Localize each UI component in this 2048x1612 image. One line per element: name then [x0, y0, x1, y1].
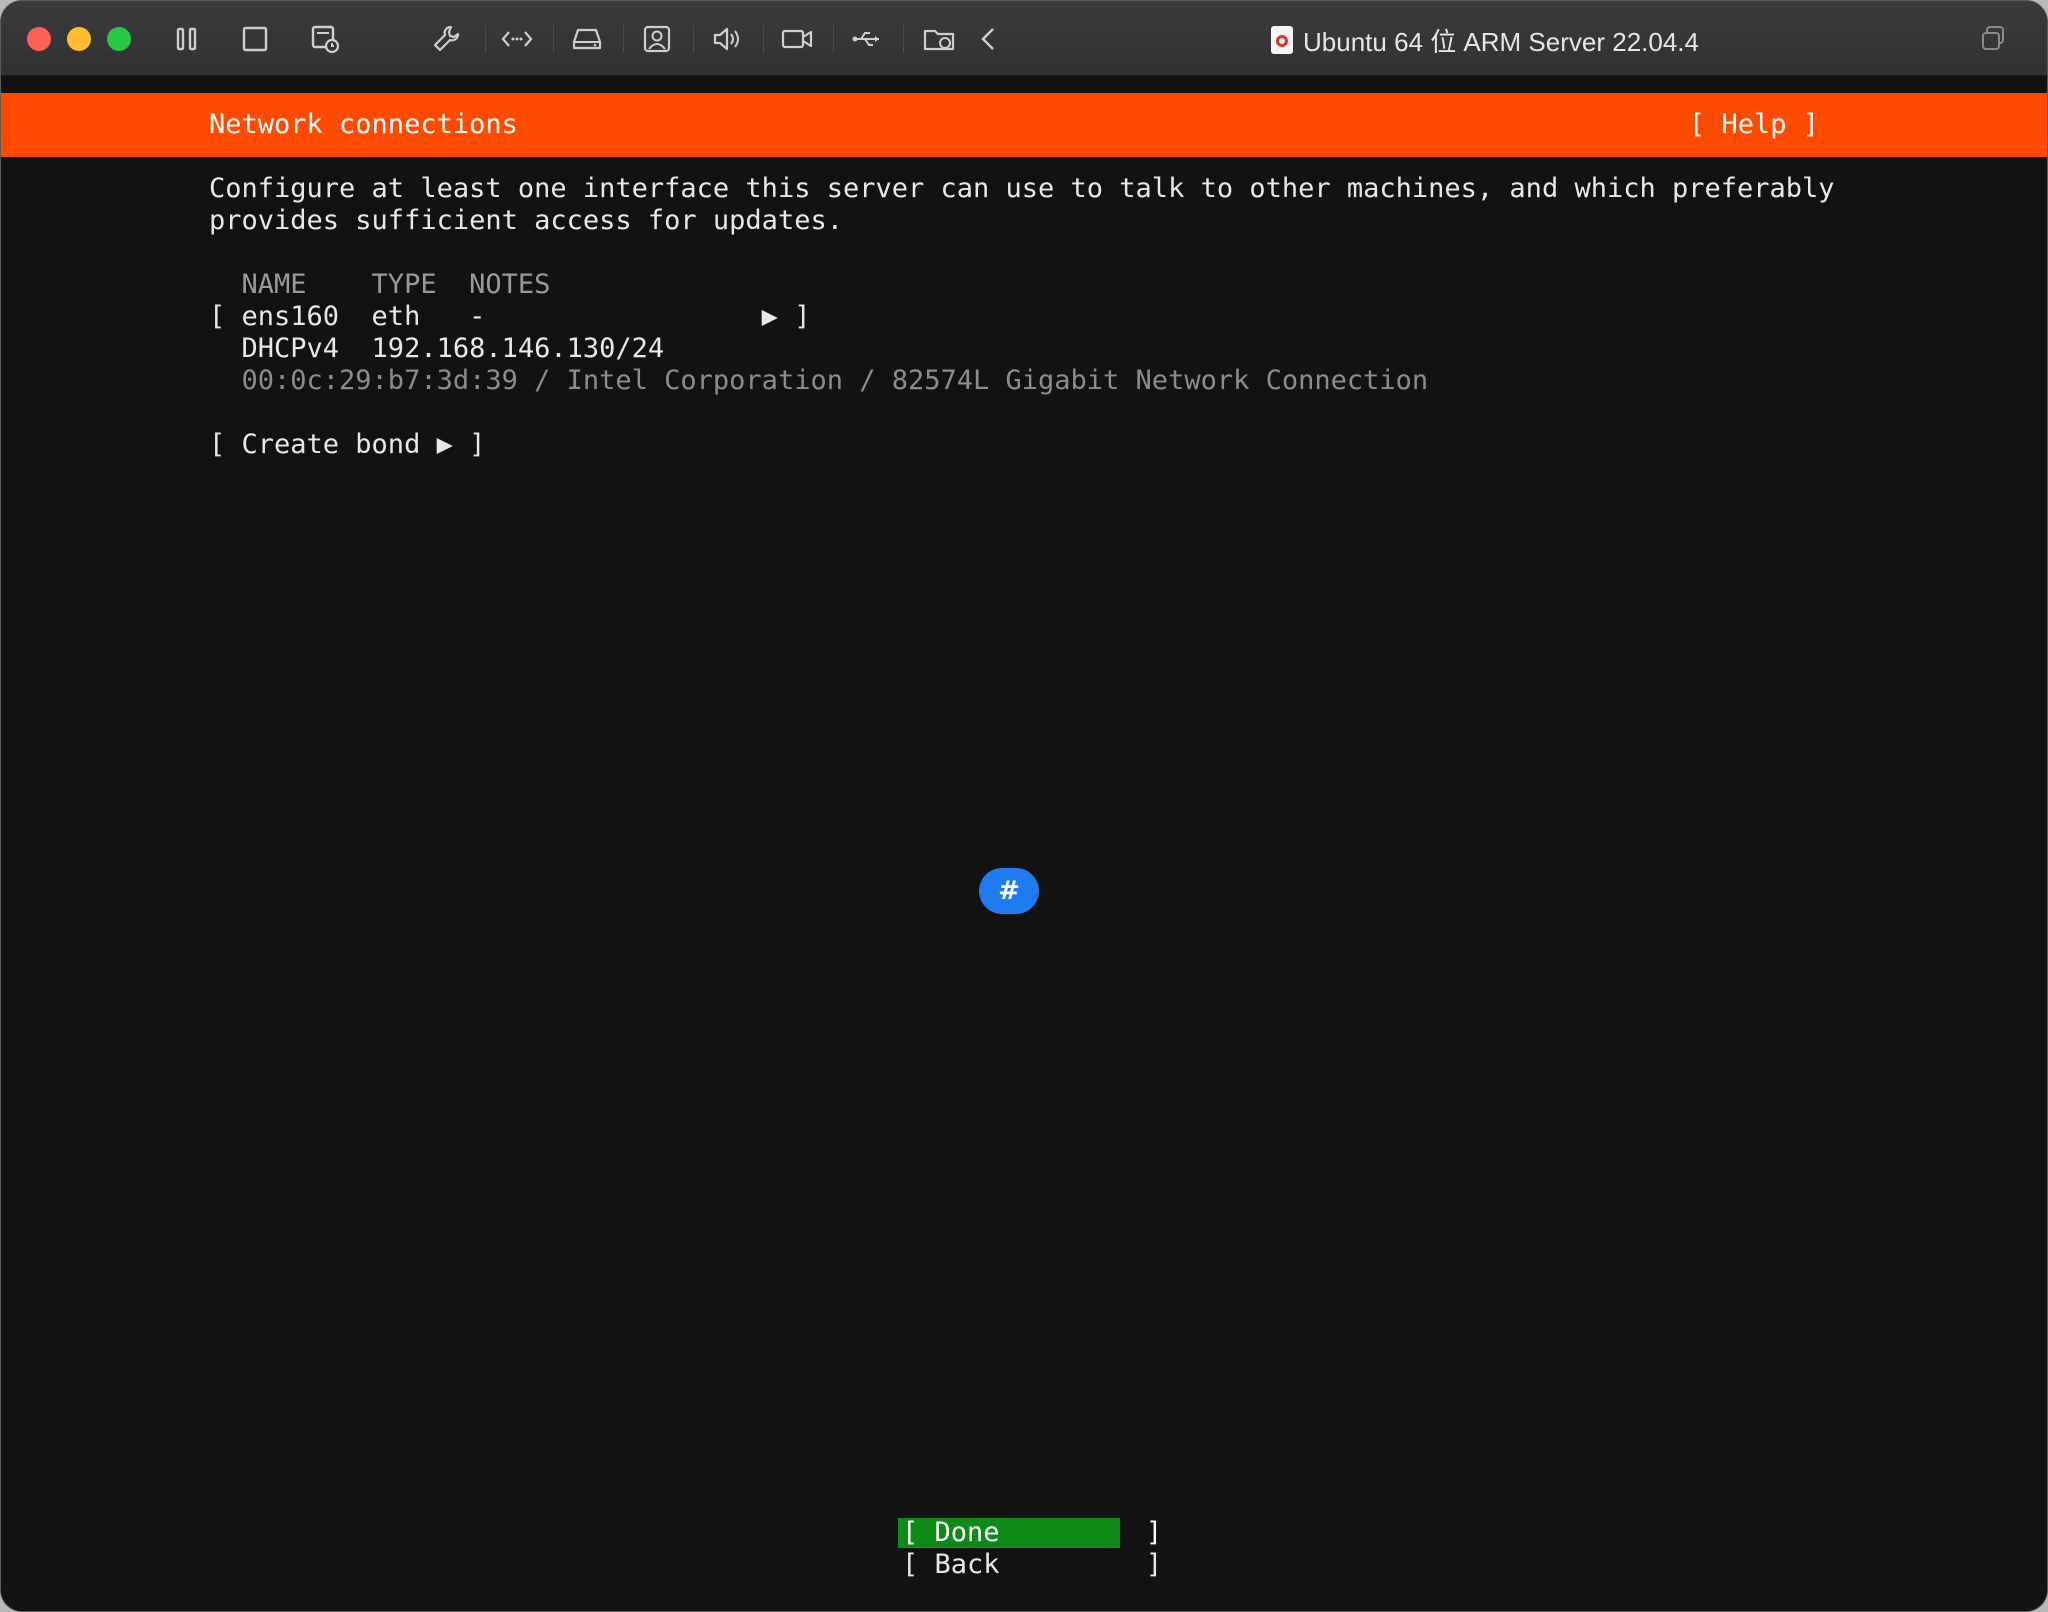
hardware-info-row: 00:0c:29:b7:3d:39 / Intel Corporation / …	[209, 365, 1429, 396]
toolbar-separator	[833, 25, 834, 53]
help-button[interactable]: [ Help ]	[1689, 93, 1819, 157]
intro-line-2: provides sufficient access for updates.	[209, 205, 843, 236]
camera-icon[interactable]	[779, 21, 815, 57]
header-bar: Network connections [ Help ]	[1, 93, 2047, 157]
table-header: NAME TYPE NOTES	[209, 269, 551, 300]
interface-row-ens160[interactable]: [ ens160 eth - ▶ ]	[209, 301, 810, 333]
toolbar-separator	[553, 25, 554, 53]
hash-float-button[interactable]: #	[979, 868, 1039, 914]
code-arrows-icon[interactable]	[499, 21, 535, 57]
installer-screen: Network connections [ Help ] Configure a…	[1, 76, 2047, 1611]
toolbar-separator	[693, 25, 694, 53]
snapshot-icon[interactable]	[307, 21, 343, 57]
maximize-window-button[interactable]	[107, 27, 131, 51]
usb-icon[interactable]	[849, 21, 885, 57]
dhcp-row: DHCPv4 192.168.146.130/24	[209, 333, 665, 364]
toolbar-separator	[903, 25, 904, 53]
user-icon[interactable]	[639, 21, 675, 57]
minimize-window-button[interactable]	[67, 27, 91, 51]
close-window-button[interactable]	[27, 27, 51, 51]
pause-icon[interactable]	[169, 21, 205, 57]
intro-line-1: Configure at least one interface this se…	[209, 173, 1835, 204]
toolbar-separator	[623, 25, 624, 53]
page-title: Network connections	[209, 109, 518, 140]
window-title-text: Ubuntu 64 位 ARM Server 22.04.4	[1303, 26, 1699, 57]
done-button[interactable]: [ Done ]	[898, 1518, 1162, 1548]
back-button[interactable]: [ Back ]	[898, 1550, 1162, 1580]
shared-folder-icon[interactable]	[921, 21, 957, 57]
window-copy-icon[interactable]	[1975, 21, 2011, 57]
vm-window: Ubuntu 64 位 ARM Server 22.04.4 Network c…	[0, 0, 2048, 1612]
wrench-icon[interactable]	[429, 21, 465, 57]
stop-square-icon[interactable]	[237, 21, 273, 57]
title-bar: Ubuntu 64 位 ARM Server 22.04.4	[1, 1, 2047, 76]
toolbar-separator	[485, 25, 486, 53]
vm-document-icon	[1271, 26, 1293, 54]
create-bond-button[interactable]: [ Create bond ▶ ]	[209, 429, 485, 461]
chevron-left-icon[interactable]	[971, 21, 1007, 57]
speaker-icon[interactable]	[709, 21, 745, 57]
toolbar-separator	[763, 25, 764, 53]
drive-icon[interactable]	[569, 21, 605, 57]
window-title: Ubuntu 64 位 ARM Server 22.04.4	[1271, 20, 1699, 60]
